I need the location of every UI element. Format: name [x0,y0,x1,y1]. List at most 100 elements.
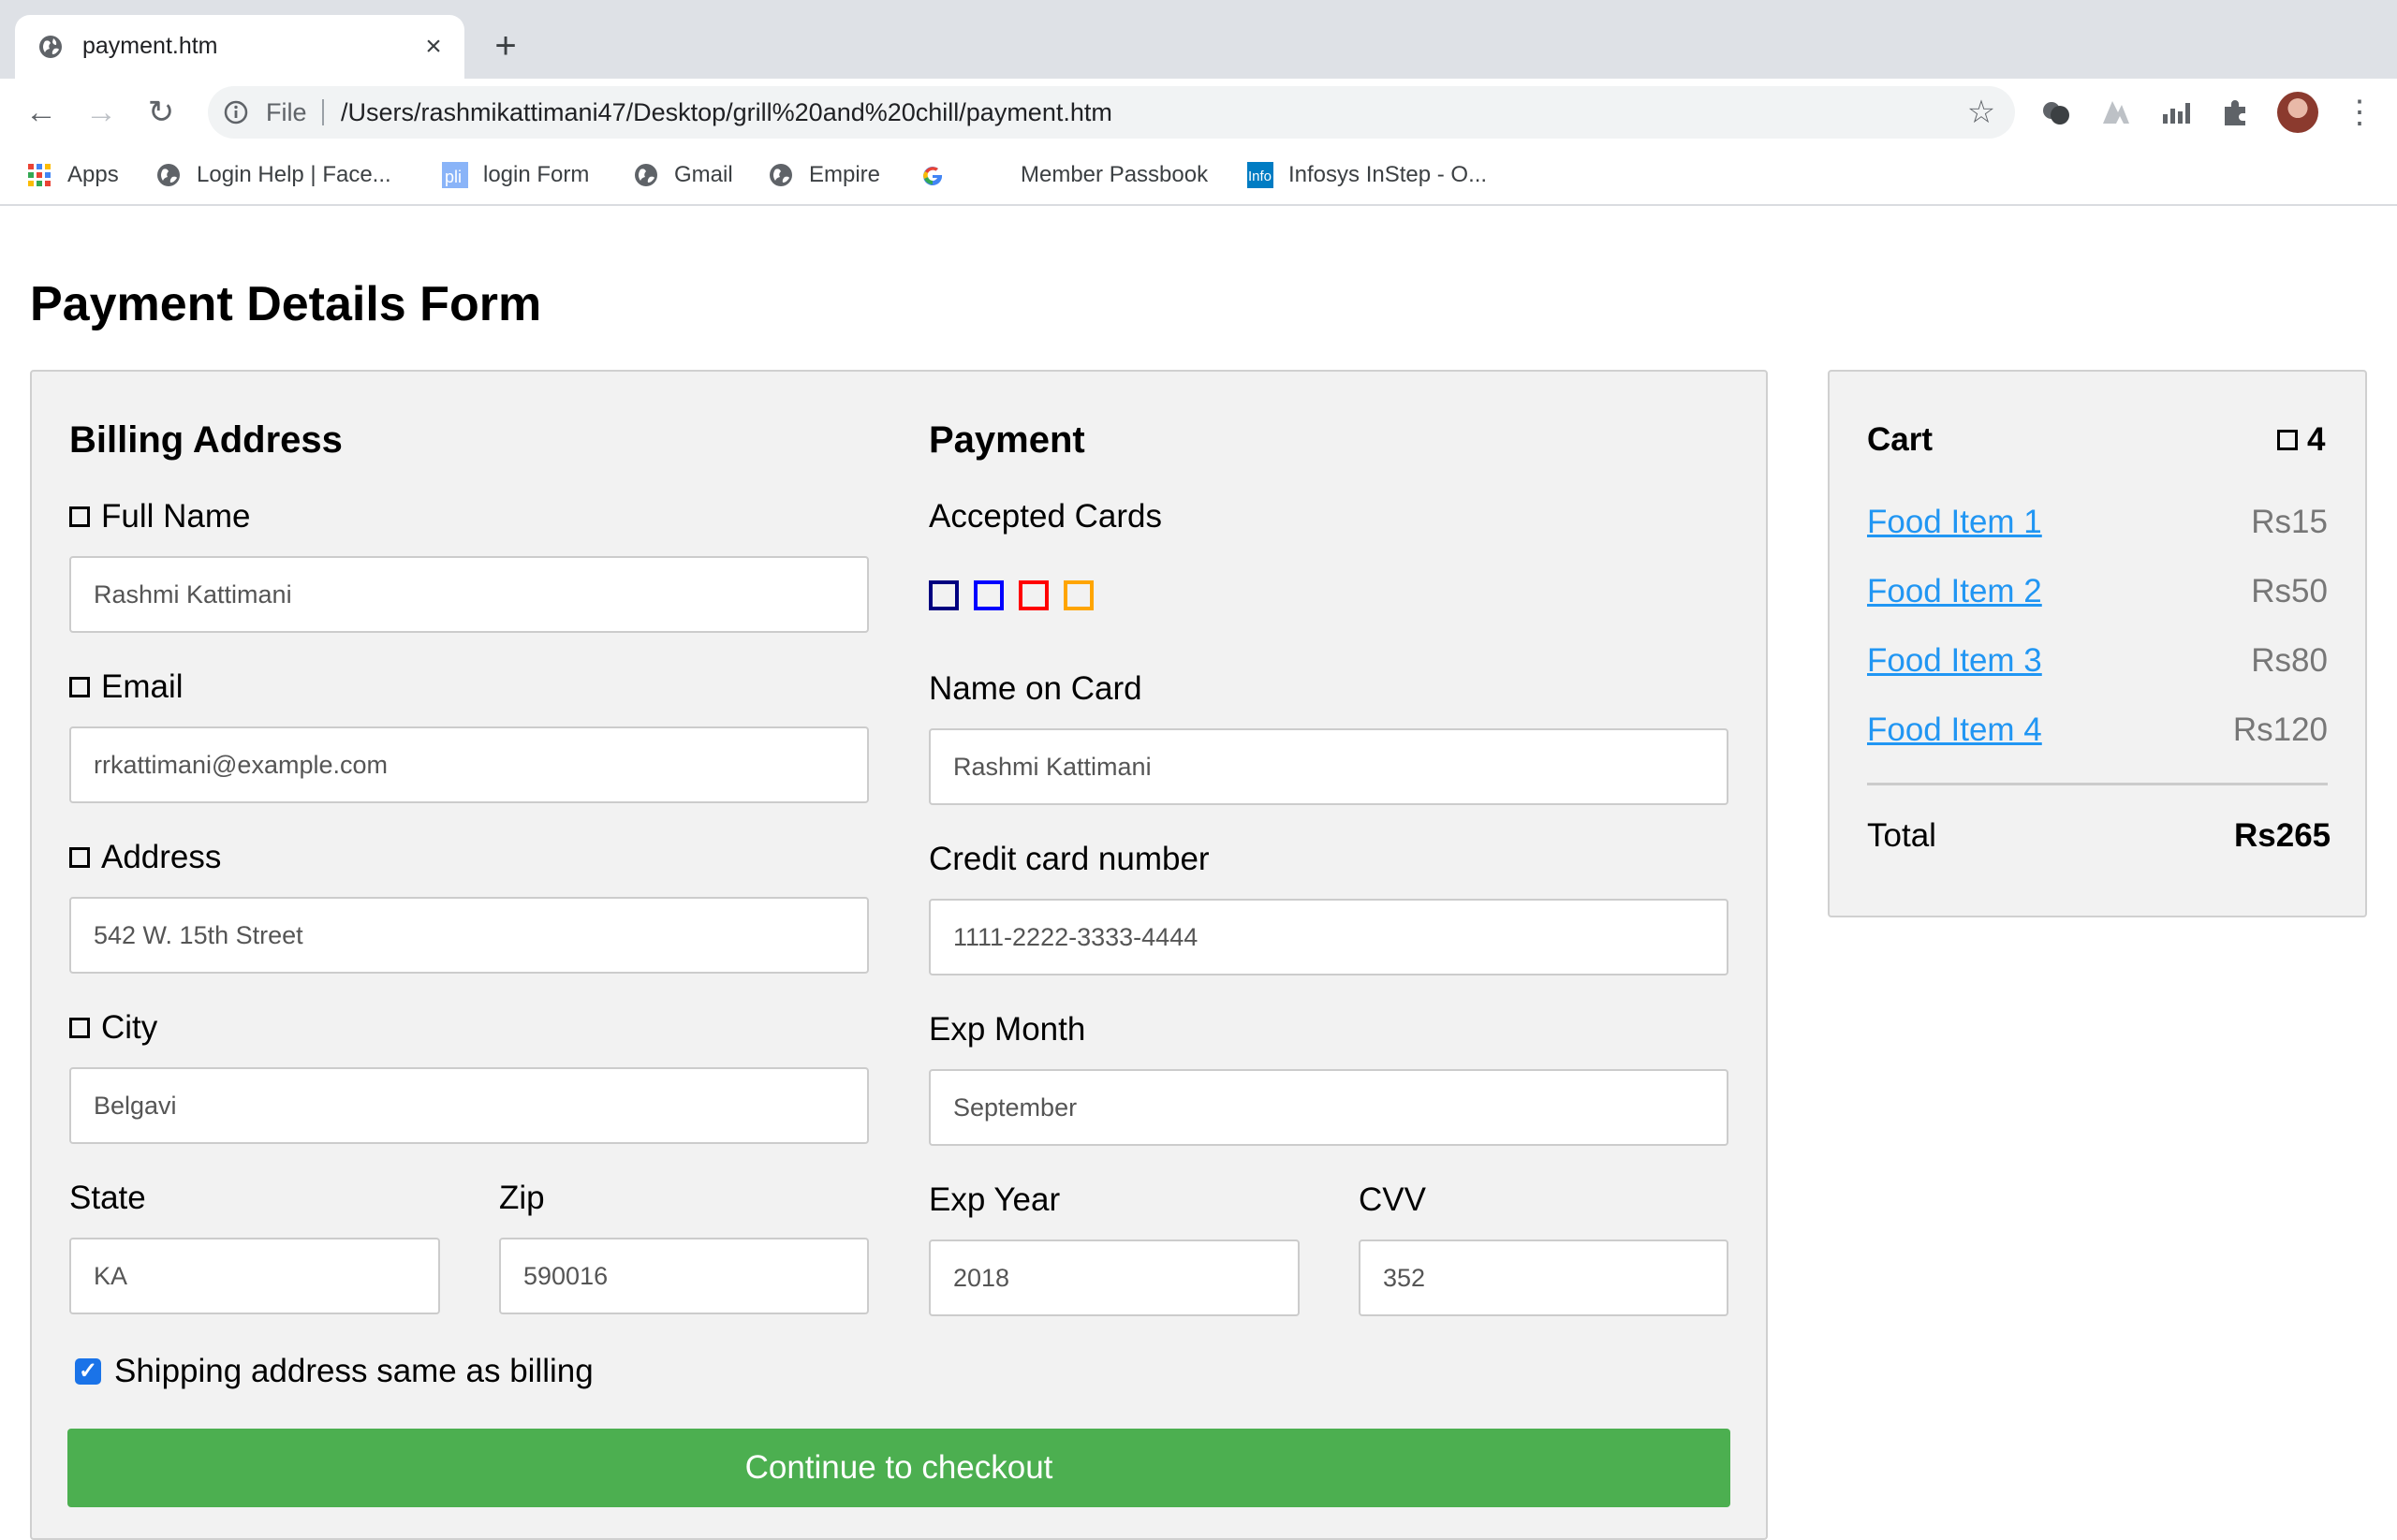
bookmark-label: Infosys InStep - O... [1288,162,1488,187]
amex-card-icon [974,580,1004,610]
cart-total-value: Rs265 [2234,817,2331,854]
cart-title: Cart [1867,421,1934,458]
bookmark-gmail[interactable]: Gmail [633,146,733,204]
bookmark-google[interactable] [919,146,961,204]
cart-item-price: Rs120 [2232,711,2328,748]
card-number-input[interactable]: 1111-2222-3333-4444 [929,899,1728,975]
url-text[interactable]: /Users/rashmikattimani47/Desktop/grill%2… [341,86,1112,139]
tab-title: payment.htm [82,33,218,59]
exp-month-input[interactable]: September [929,1069,1728,1146]
bookmark-login-help[interactable]: Login Help | Face... [155,146,391,204]
bookmark-login-form[interactable]: pli login Form [442,146,589,204]
exp-year-label: Exp Year [929,1181,1061,1218]
visa-card-icon [929,580,959,610]
name-on-card-input[interactable]: Rashmi Kattimani [929,728,1728,805]
cart-item-price: Rs50 [2251,573,2328,609]
same-as-billing-label: Shipping address same as billing [114,1353,594,1389]
same-as-billing-checkbox[interactable]: ✓ [75,1358,101,1385]
cart-item-row: Food Item 1 Rs15 [1867,499,2328,546]
address-label-text: Address [101,839,222,875]
url-separator [322,99,324,125]
cart-item-link[interactable]: Food Item 3 [1867,638,2042,684]
city-label-text: City [101,1009,158,1046]
institution-icon [69,1018,90,1038]
infosys-icon: Info [1247,162,1273,188]
apps-grid-icon [28,164,51,186]
page-title: Payment Details Form [30,277,542,331]
bookmark-label: Apps [67,162,119,187]
cvv-label: CVV [1359,1181,1426,1218]
mastercard-icon [1019,580,1049,610]
full-name-input[interactable]: Rashmi Kattimani [69,556,869,633]
bookmark-label: Empire [809,162,881,187]
globe-icon [635,164,657,186]
bookmark-label: login Form [483,162,590,187]
state-input[interactable]: KA [69,1238,440,1314]
cart-item-link[interactable]: Food Item 4 [1867,707,2042,754]
new-tab-button[interactable]: + [487,27,524,66]
forward-icon[interactable]: → [82,94,120,131]
reload-icon[interactable]: ↻ [142,94,180,131]
svg-text:Info: Info [1248,169,1272,184]
address-label: Address [69,837,221,878]
bookmark-member-passbook[interactable]: Member Passbook [1021,146,1208,204]
globe-icon [157,164,180,186]
exp-year-input[interactable]: 2018 [929,1239,1300,1316]
extension-spheres-icon[interactable] [2039,95,2073,129]
close-tab-icon[interactable]: × [419,33,448,61]
shopping-cart-icon [2277,430,2298,450]
cart-count-value: 4 [2307,421,2326,458]
browser-tab[interactable]: payment.htm × [15,15,464,79]
more-menu-icon[interactable]: ⋮ [2341,94,2378,131]
pli-icon: pli [442,162,468,188]
cart-count: 4 [2277,419,2325,461]
cart-item-row: Food Item 2 Rs50 [1867,568,2328,615]
extension-peak-icon[interactable] [2099,95,2133,129]
cart-item-link[interactable]: Food Item 1 [1867,499,2042,546]
user-icon [69,506,90,527]
back-icon[interactable]: ← [22,94,60,131]
cart-divider [1867,783,2328,785]
bookmark-apps[interactable]: Apps [26,146,119,204]
card-number-label: Credit card number [929,841,1210,877]
full-name-label: Full Name [69,496,250,537]
browser-toolbar: ← → ↻ File /Users/rashmikattimani47/Desk… [0,79,2397,146]
globe-icon [39,36,62,58]
city-input[interactable]: Belgavi [69,1067,869,1144]
continue-to-checkout-button[interactable]: Continue to checkout [67,1429,1730,1507]
svg-text:pli: pli [445,168,462,186]
cvv-input[interactable]: 352 [1359,1239,1728,1316]
zip-input[interactable]: 590016 [499,1238,869,1314]
exp-month-label: Exp Month [929,1011,1086,1048]
bookmark-label: Login Help | Face... [197,162,391,187]
address-input[interactable]: 542 W. 15th Street [69,897,869,974]
address-bar[interactable]: File /Users/rashmikattimani47/Desktop/gr… [208,86,2015,139]
google-icon [923,167,943,186]
bookmarks-bar: Apps Login Help | Face... pli login Form… [0,146,2397,206]
cart-item-price: Rs15 [2251,504,2328,540]
cart-item-row: Food Item 4 Rs120 [1867,707,2328,754]
cart-item-row: Food Item 3 Rs80 [1867,638,2328,684]
zip-label: Zip [499,1180,545,1216]
cart-item-price: Rs80 [2251,642,2328,679]
accepted-cards-label: Accepted Cards [929,498,1163,535]
extensions-puzzle-icon[interactable] [2219,95,2253,129]
name-on-card-label: Name on Card [929,670,1142,707]
info-icon[interactable] [223,99,249,125]
email-label-text: Email [101,668,184,705]
bookmark-empire[interactable]: Empire [768,146,880,204]
state-label: State [69,1180,146,1216]
extension-chart-icon[interactable] [2159,95,2193,129]
bookmark-infosys-instep[interactable]: Info Infosys InStep - O... [1247,146,1487,204]
bookmark-label: Gmail [674,162,733,187]
cart-item-link[interactable]: Food Item 2 [1867,568,2042,615]
bookmark-label: Member Passbook [1021,162,1209,187]
billing-heading: Billing Address [69,419,343,461]
url-scheme: File [266,98,307,126]
bookmark-star-icon[interactable]: ☆ [1964,95,1998,129]
profile-avatar[interactable] [2277,92,2318,133]
email-input[interactable]: rrkattimani@example.com [69,726,869,803]
address-card-icon [69,847,90,868]
discover-card-icon [1064,580,1094,610]
tab-strip: payment.htm × + [0,0,2397,79]
